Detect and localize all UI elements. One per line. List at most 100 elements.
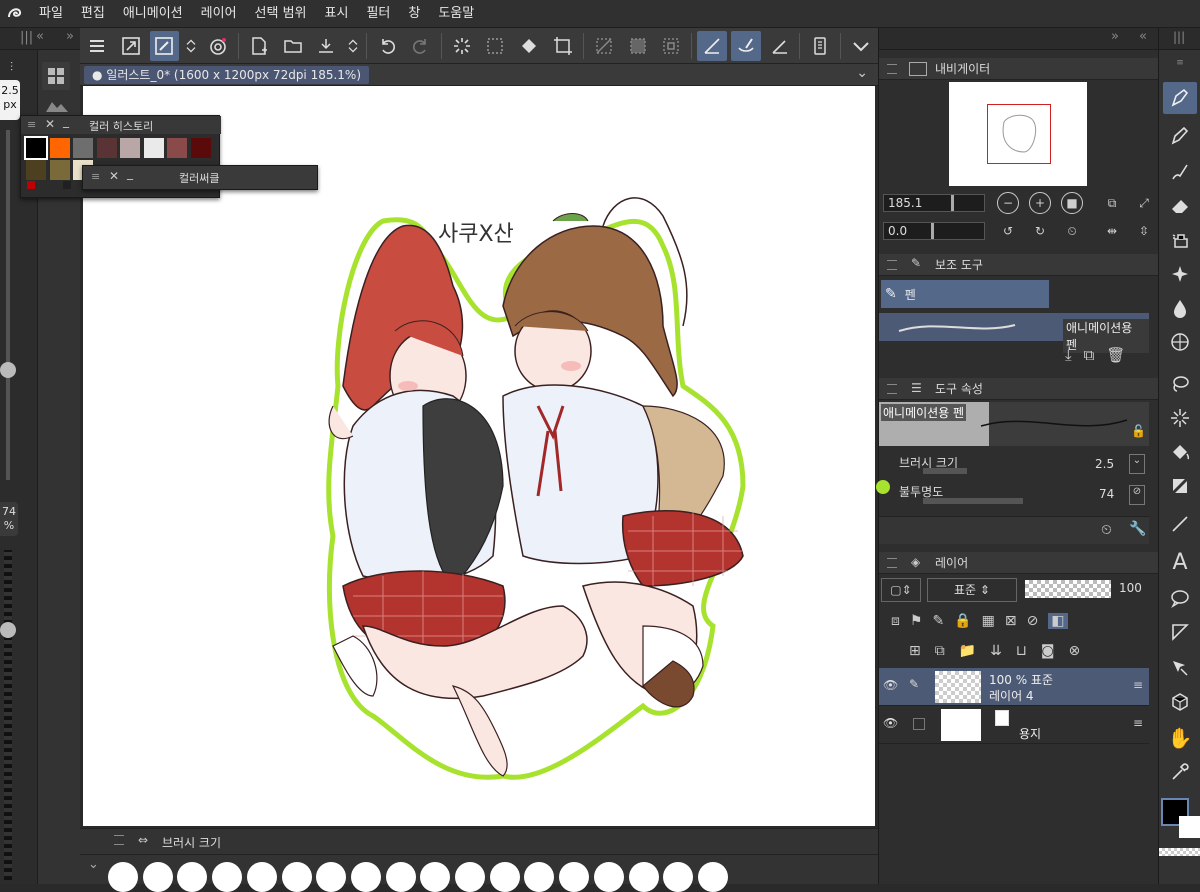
- menu-animation[interactable]: 애니메이션: [114, 0, 192, 28]
- color-swatch[interactable]: [26, 160, 46, 180]
- menu-layer[interactable]: 레이어: [192, 0, 246, 28]
- clip-studio-icon[interactable]: [203, 31, 233, 61]
- panel-grip-icon[interactable]: ≡: [1163, 58, 1197, 68]
- panel-grip-icon[interactable]: [887, 558, 897, 568]
- reset-rotation-icon[interactable]: ⏲: [1061, 220, 1083, 242]
- color-swatch[interactable]: [49, 138, 70, 158]
- sub-color-swatch[interactable]: [1179, 816, 1200, 838]
- eyedropper-tool-icon[interactable]: [1163, 756, 1197, 788]
- zoom-field[interactable]: 185.1: [883, 194, 985, 212]
- combine-below-icon[interactable]: ⊔: [1016, 643, 1027, 659]
- opacity-settings-icon[interactable]: ⊘: [1129, 485, 1145, 505]
- eye-icon[interactable]: 👁: [883, 678, 898, 692]
- menu-file[interactable]: 파일: [30, 0, 72, 28]
- pressure-settings-icon[interactable]: ⌄: [1129, 454, 1145, 474]
- lock-icon[interactable]: 🔒: [954, 613, 971, 629]
- brush-size-preset[interactable]: [524, 862, 555, 892]
- frame-tool-icon[interactable]: [1163, 616, 1197, 648]
- rotation-field[interactable]: 0.0: [883, 222, 985, 240]
- trash-icon[interactable]: 🗑: [1106, 346, 1125, 364]
- brush-size-preset[interactable]: [350, 862, 381, 892]
- minimize-icon[interactable]: _: [63, 114, 69, 128]
- brush-size-preset[interactable]: [316, 862, 347, 892]
- rotation-slider-thumb[interactable]: [931, 223, 934, 239]
- gradient-tool-icon[interactable]: [1163, 470, 1197, 502]
- layer-row[interactable]: 👁 용지 ≡: [879, 706, 1149, 744]
- opacity-slider-track[interactable]: [4, 550, 12, 880]
- zoom-in-icon[interactable]: +: [1029, 192, 1051, 214]
- menu-view[interactable]: 표시: [316, 0, 358, 28]
- 3d-object-tool-icon[interactable]: [1163, 686, 1197, 718]
- brush-size-preset[interactable]: [593, 862, 624, 892]
- panel-grip-icon[interactable]: [887, 64, 897, 74]
- menu-help[interactable]: 도움말: [429, 0, 483, 28]
- menu-edit[interactable]: 편집: [72, 0, 114, 28]
- airbrush-tool-icon[interactable]: [1163, 224, 1197, 256]
- zoom-out-icon[interactable]: −: [997, 192, 1019, 214]
- invert-selection-icon[interactable]: [623, 31, 653, 61]
- resize-icon[interactable]: [116, 31, 146, 61]
- brush-size-preset[interactable]: [281, 862, 312, 892]
- panel-grip-icon[interactable]: [887, 260, 897, 270]
- brush-stabilization-icon[interactable]: [730, 30, 761, 61]
- menu-window[interactable]: 창: [399, 0, 429, 28]
- transparent-color-swatch[interactable]: [1159, 848, 1200, 856]
- zoom-slider-thumb[interactable]: [951, 195, 954, 211]
- color-swatch[interactable]: [120, 138, 140, 158]
- double-chevron-right-icon[interactable]: »: [66, 29, 74, 44]
- transfer-below-icon[interactable]: ⇊: [990, 643, 1002, 659]
- double-chevron-right-icon[interactable]: »: [1111, 29, 1119, 44]
- brush-size-preset[interactable]: [697, 862, 728, 892]
- brush-size-preset[interactable]: [177, 862, 208, 892]
- color-swatch[interactable]: [190, 138, 211, 158]
- color-swatch[interactable]: [49, 160, 70, 180]
- brush-size-preset[interactable]: [385, 862, 416, 892]
- layer-row[interactable]: 👁 ✎ 100 % 표준 레이어 4 ≡: [879, 668, 1149, 706]
- collapse-icon[interactable]: |||: [20, 30, 33, 45]
- fill-tool-icon[interactable]: [1163, 436, 1197, 468]
- menu-filter[interactable]: 필터: [357, 0, 399, 28]
- timer-icon[interactable]: ⏲: [1101, 522, 1112, 538]
- opacity-slider-thumb[interactable]: [0, 622, 16, 638]
- brush-size-bar[interactable]: [923, 468, 967, 474]
- fit-window-icon[interactable]: ⧉: [1101, 192, 1123, 214]
- new-file-icon[interactable]: [244, 31, 274, 61]
- brush-size-slider-track[interactable]: [6, 130, 10, 480]
- chevron-down-icon[interactable]: ⌄: [88, 857, 99, 872]
- menu-hamburger-icon[interactable]: [82, 31, 112, 61]
- undo-icon[interactable]: [372, 31, 402, 61]
- hand-tool-icon[interactable]: ✋: [1163, 722, 1197, 754]
- layer-mask-toggle[interactable]: ▢⇕: [881, 578, 921, 602]
- reference-icon[interactable]: ⊘: [1027, 613, 1039, 629]
- blend-tool-icon[interactable]: [1163, 292, 1197, 324]
- color-slider-tab-icon[interactable]: [44, 98, 70, 114]
- rotate-right-icon[interactable]: ↻: [1029, 220, 1051, 242]
- duplicate-icon[interactable]: ⧉: [1084, 346, 1095, 364]
- color-swatch[interactable]: [167, 138, 187, 158]
- text-tool-icon[interactable]: A: [1163, 546, 1197, 578]
- double-chevron-left-icon[interactable]: «: [36, 29, 44, 44]
- selection-deselect-icon[interactable]: [481, 31, 511, 61]
- save-icon[interactable]: [312, 31, 342, 61]
- sparkle-decoration-tool-icon[interactable]: [1163, 258, 1197, 290]
- brush-size-preset[interactable]: [108, 862, 138, 892]
- brush-size-preset[interactable]: [420, 862, 451, 892]
- brush-tool-icon[interactable]: [1163, 156, 1197, 188]
- edit-mode-icon[interactable]: [149, 30, 180, 61]
- flip-vertical-icon[interactable]: ⇳: [1133, 220, 1155, 242]
- color-set-tab-icon[interactable]: [42, 62, 70, 90]
- document-tab[interactable]: ● 일러스트_0* (1600 x 1200px 72dpi 185.1%): [84, 66, 370, 84]
- layer-menu-icon[interactable]: ≡: [1133, 716, 1143, 730]
- rotate-left-icon[interactable]: ↺: [997, 220, 1019, 242]
- brush-size-preset[interactable]: [628, 862, 659, 892]
- layer-menu-icon[interactable]: ≡: [1133, 678, 1143, 692]
- brush-size-preset[interactable]: [489, 862, 520, 892]
- balloon-tool-icon[interactable]: [1163, 582, 1197, 614]
- panel-grip-icon[interactable]: ≡: [27, 118, 36, 131]
- sub-tool-item[interactable]: 애니메이션용 펜: [879, 313, 1149, 353]
- layer-opacity-slider[interactable]: [1025, 580, 1111, 598]
- brush-size-preset[interactable]: [559, 862, 590, 892]
- crop-icon[interactable]: [548, 31, 578, 61]
- smartphone-icon[interactable]: [805, 31, 835, 61]
- 3d-grid-tool-icon[interactable]: [1163, 326, 1197, 358]
